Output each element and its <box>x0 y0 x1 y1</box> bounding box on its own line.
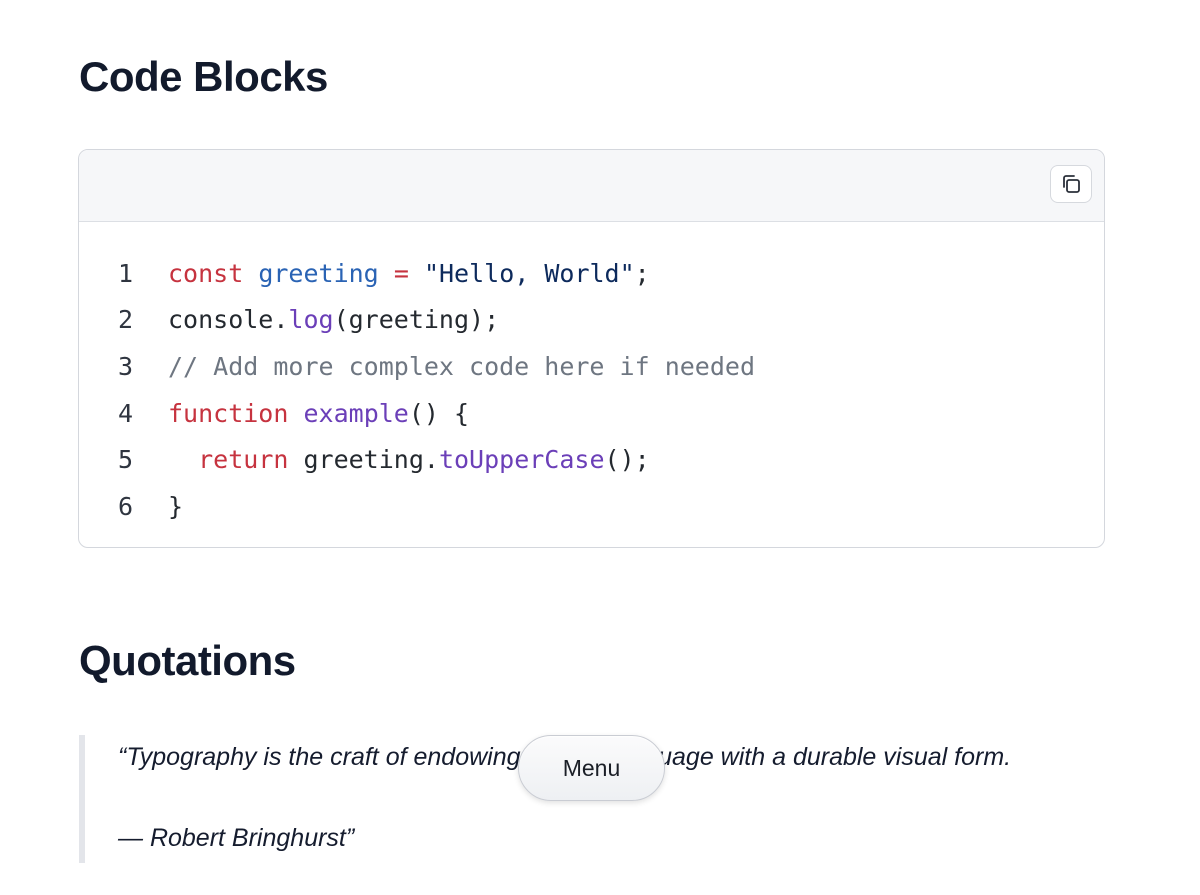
page: Code Blocks 1 const greeting = "Hello, Wo… <box>0 0 1200 895</box>
line-code: const greeting = "Hello, World"; <box>133 259 650 288</box>
line-number: 6 <box>117 491 133 521</box>
code-token: () { <box>408 398 470 428</box>
copy-icon <box>1063 175 1080 193</box>
code-token: ; <box>634 258 650 288</box>
line-code: } <box>133 492 183 521</box>
line-number: 1 <box>117 258 133 288</box>
line-code: return greeting.toUpperCase(); <box>133 445 650 474</box>
code-token: log <box>288 305 334 335</box>
line-code: // Add more complex code here if needed <box>133 352 755 381</box>
quote-author: — Robert Bringhurst” <box>118 824 355 852</box>
line-code: function example() { <box>133 399 469 428</box>
code-line: 3 // Add more complex code here if needed <box>79 343 1104 390</box>
code-line: 4 function example() { <box>79 390 1104 437</box>
code-token: (); <box>604 445 650 475</box>
code-token: toUpperCase <box>438 445 605 475</box>
code-block: 1 const greeting = "Hello, World"; 2 consol… <box>78 149 1105 548</box>
code-token: const <box>168 258 244 288</box>
line-code: console.log(greeting); <box>133 305 499 334</box>
code-line: 2 console.log(greeting); <box>79 297 1104 344</box>
line-number: 3 <box>117 351 133 381</box>
code-line: 1 const greeting = "Hello, World"; <box>79 250 1104 297</box>
code-token: example <box>303 398 409 428</box>
code-token: } <box>168 491 184 521</box>
code-body: 1 const greeting = "Hello, World"; 2 consol… <box>79 222 1104 530</box>
code-line: 5 return greeting.toUpperCase(); <box>79 436 1104 483</box>
line-number: 2 <box>117 305 133 335</box>
code-token: greeting. <box>288 445 439 475</box>
section-title-code-blocks: Code Blocks <box>79 53 328 100</box>
line-number: 4 <box>117 398 133 428</box>
line-number: 5 <box>117 445 133 475</box>
section-title-quotations: Quotations <box>79 637 296 684</box>
code-line: 6} <box>79 483 1104 530</box>
code-token: "Hello, World" <box>423 258 635 288</box>
menu-button-label: Menu <box>562 754 621 781</box>
code-token: function <box>168 398 289 428</box>
code-block-header <box>79 150 1104 222</box>
menu-button[interactable]: Menu <box>518 735 665 801</box>
code-token: console. <box>168 305 289 335</box>
copy-button[interactable] <box>1050 165 1092 203</box>
code-token: // Add more complex code here if needed <box>168 351 755 381</box>
code-token: = <box>393 258 409 288</box>
code-token: greeting <box>258 258 379 288</box>
code-token: (greeting); <box>333 305 500 335</box>
code-token: return <box>198 445 289 475</box>
